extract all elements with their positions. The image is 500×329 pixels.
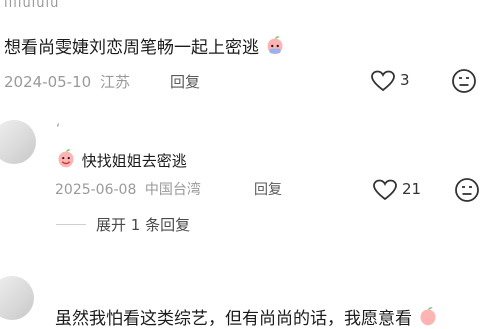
next-avatar[interactable] xyxy=(0,276,34,320)
peach-emoji-icon xyxy=(267,36,283,55)
expand-replies-button[interactable]: 展开 1 条回复 xyxy=(96,214,190,235)
reply-reply-button[interactable]: 回复 xyxy=(254,179,282,199)
peach-emoji-icon xyxy=(420,307,436,326)
next-comment-text-row: 虽然我怕看这类综艺，但有尚尚的话，我愿意看 xyxy=(55,304,439,329)
heart-icon[interactable] xyxy=(372,178,398,202)
comment-location: 江苏 xyxy=(99,73,130,91)
expand-divider xyxy=(56,224,86,225)
reply-text-row: 快找姐姐去密逃 xyxy=(55,148,187,171)
reply-location: 中国台湾 xyxy=(144,182,201,198)
reply-avatar[interactable] xyxy=(0,120,36,164)
heart-icon[interactable] xyxy=(370,69,396,93)
next-comment-text: 虽然我怕看这类综艺，但有尚尚的话，我愿意看 xyxy=(55,309,412,329)
reply-text: 快找姐姐去密逃 xyxy=(81,152,187,170)
comment-text: 想看尚雯婕刘恋周笔畅一起上密逃 xyxy=(4,38,259,58)
peach-emoji-icon xyxy=(58,149,74,168)
reply-date: 2025-06-08 xyxy=(55,182,137,198)
comment-reply-button[interactable]: 回复 xyxy=(170,71,200,92)
top-username[interactable]: illiuiuiu xyxy=(4,0,59,11)
reply-like-count: 21 xyxy=(402,180,422,198)
comment-like-count: 3 xyxy=(400,71,410,89)
meh-face-icon[interactable] xyxy=(454,177,480,203)
reply-username[interactable]: ʻ xyxy=(56,122,60,137)
comment-meta: 2024-05-10 江苏 xyxy=(4,71,130,92)
comment-text-row: 想看尚雯婕刘恋周笔畅一起上密逃 xyxy=(4,33,286,58)
meh-face-icon[interactable] xyxy=(451,68,477,94)
comment-date: 2024-05-10 xyxy=(4,73,92,91)
reply-meta: 2025-06-08 中国台湾 xyxy=(55,179,201,199)
